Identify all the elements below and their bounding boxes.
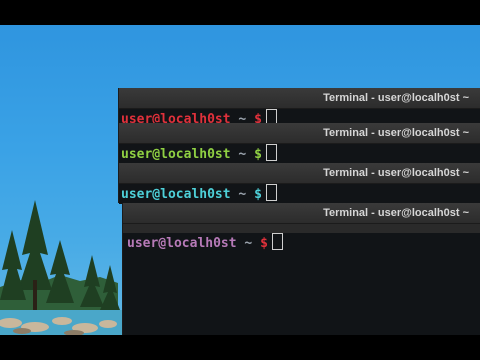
terminal-body[interactable]: user@localh0st ~ $ xyxy=(123,233,480,344)
terminal-window-4[interactable]: Terminal - user@localh0st ~ user@localh0… xyxy=(122,203,480,344)
prompt-line: user@localh0st ~ $ xyxy=(127,233,480,253)
letterbox-top xyxy=(0,0,480,25)
terminal-title-bar[interactable]: Terminal - user@localh0st ~ xyxy=(119,88,480,109)
prompt-symbol: $ xyxy=(254,147,262,162)
terminal-title-bar[interactable]: Terminal - user@localh0st ~ xyxy=(123,203,480,224)
prompt-user: user@localh0st xyxy=(121,147,231,162)
terminal-window-2[interactable]: Terminal - user@localh0st ~ user@localh0… xyxy=(118,123,480,164)
terminal-body[interactable]: user@localh0st ~ $ xyxy=(119,184,480,204)
text-cursor xyxy=(265,184,277,201)
letterbox-bottom xyxy=(0,335,480,360)
text-cursor xyxy=(271,233,283,250)
prompt-symbol: $ xyxy=(260,236,268,251)
text-cursor xyxy=(265,144,277,161)
prompt-user: user@localh0st xyxy=(127,236,237,251)
prompt-path: ~ xyxy=(244,236,253,251)
prompt-user: user@localh0st xyxy=(121,187,231,202)
terminal-title-bar[interactable]: Terminal - user@localh0st ~ xyxy=(119,123,480,144)
prompt-symbol: $ xyxy=(254,187,262,202)
terminal-window-3[interactable]: Terminal - user@localh0st ~ user@localh0… xyxy=(118,163,480,204)
terminal-window-1[interactable]: Terminal - user@localh0st ~ user@localh0… xyxy=(118,88,480,129)
terminal-title-bar[interactable]: Terminal - user@localh0st ~ xyxy=(119,163,480,184)
terminal-body[interactable]: user@localh0st ~ $ xyxy=(119,144,480,164)
prompt-path: ~ xyxy=(238,187,247,202)
prompt-path: ~ xyxy=(238,147,247,162)
